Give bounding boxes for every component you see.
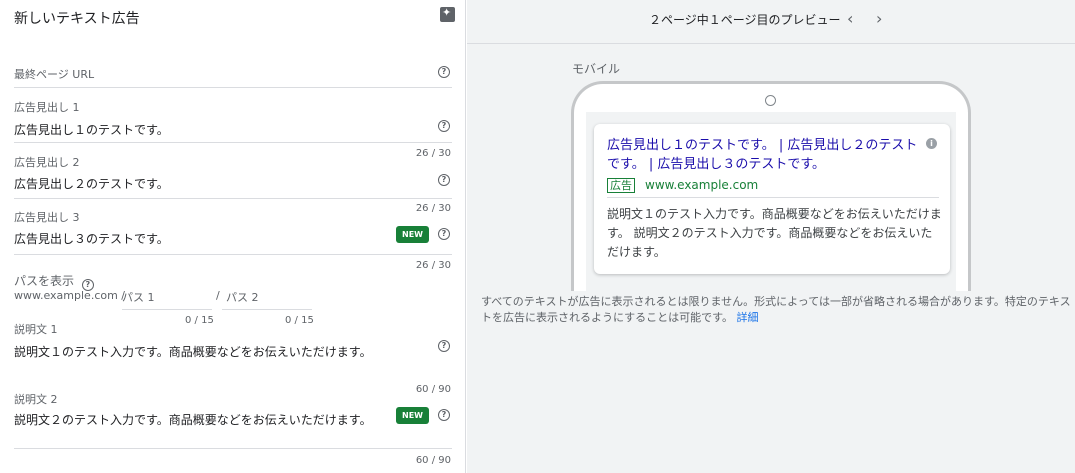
help-icon[interactable]: ?	[438, 66, 450, 78]
help-icon[interactable]: ?	[438, 409, 450, 421]
field-underline	[14, 142, 452, 143]
path2-counter: 0 / 15	[285, 315, 314, 326]
help-icon[interactable]: ?	[438, 174, 450, 186]
display-path-label: パスを表示 ?	[14, 272, 94, 291]
path2-input[interactable]: パス 2	[226, 289, 259, 305]
headline2-label: 広告見出し 2	[14, 156, 80, 169]
final-url-field[interactable]	[14, 87, 452, 88]
ad-preview-title[interactable]: 広告見出し１のテストです。 | 広告見出し２のテストです。 | 広告見出し３のテ…	[607, 136, 925, 174]
preview-notice-text: すべてのテキストが広告に表示されるとは限りません。形式によっては一部が省略される…	[481, 295, 1071, 324]
pin-icon[interactable]	[440, 6, 455, 22]
description2-label: 説明文 2	[14, 393, 58, 406]
info-icon[interactable]: i	[926, 138, 937, 149]
panel-title: 新しいテキスト広告	[14, 11, 140, 27]
ad-preview-url: www.example.com	[645, 178, 759, 192]
headline1-input[interactable]: 広告見出し１のテストです。	[14, 121, 169, 138]
headline2-counter: 26 / 30	[415, 203, 451, 214]
description1-input[interactable]: 説明文１のテスト入力です。商品概要などをお伝えいただけます。	[14, 343, 372, 360]
final-url-label: 最終ページ URL	[14, 68, 95, 81]
phone-screen: 広告見出し１のテストです。 | 広告見出し２のテストです。 | 広告見出し３のテ…	[586, 112, 956, 291]
ad-label-badge: 広告	[607, 178, 635, 193]
preview-page-indicator: ２ページ中１ページ目のプレビュー	[649, 13, 841, 27]
headline2-input[interactable]: 広告見出し２のテストです。	[14, 175, 169, 192]
phone-frame: 広告見出し１のテストです。 | 広告見出し２のテストです。 | 広告見出し３のテ…	[571, 81, 971, 291]
headline3-label: 広告見出し 3	[14, 211, 80, 224]
phone-speaker-icon	[765, 95, 776, 106]
help-icon[interactable]: ?	[438, 120, 450, 132]
card-divider	[607, 197, 939, 198]
help-icon[interactable]: ?	[438, 228, 450, 240]
display-path-label-text: パスを表示	[14, 274, 75, 288]
ad-preview-card: 広告見出し１のテストです。 | 広告見出し２のテストです。 | 広告見出し３のテ…	[594, 124, 950, 274]
new-badge: NEW	[396, 407, 429, 424]
path2-underline	[222, 309, 312, 310]
preview-toolbar: ２ページ中１ページ目のプレビュー ‹ ›	[467, 0, 1075, 44]
learn-more-link[interactable]: 詳細	[737, 311, 759, 324]
field-underline	[14, 448, 452, 449]
device-label: モバイル	[572, 62, 621, 76]
ad-preview-description: 説明文１のテスト入力です。商品概要などをお伝えいただけます。 説明文２のテスト入…	[607, 207, 942, 259]
ad-editor-panel: 新しいテキスト広告 最終ページ URL ? 広告見出し 1 広告見出し１のテスト…	[0, 0, 466, 473]
chevron-left-icon[interactable]: ‹	[847, 9, 853, 28]
preview-panel: ２ページ中１ページ目のプレビュー ‹ › モバイル 広告見出し１のテストです。 …	[467, 0, 1075, 473]
path2-slash: /	[216, 289, 220, 302]
headline1-label: 広告見出し 1	[14, 101, 80, 114]
path1-counter: 0 / 15	[185, 315, 214, 326]
headline1-counter: 26 / 30	[415, 148, 451, 159]
field-underline	[14, 198, 452, 199]
chevron-right-icon[interactable]: ›	[876, 9, 882, 28]
field-underline	[14, 254, 452, 255]
description1-label: 説明文 1	[14, 323, 58, 336]
headline3-counter: 26 / 30	[415, 260, 451, 271]
new-badge: NEW	[396, 226, 429, 243]
path1-underline	[122, 309, 212, 310]
path1-input[interactable]: パス 1	[122, 289, 155, 305]
description1-counter: 60 / 90	[415, 384, 451, 395]
display-domain: www.example.com /	[14, 289, 126, 302]
help-icon[interactable]: ?	[438, 340, 450, 352]
description2-counter: 60 / 90	[415, 455, 451, 466]
description2-input[interactable]: 説明文２のテスト入力です。商品概要などをお伝えいただけます。	[14, 411, 372, 428]
headline3-input[interactable]: 広告見出し３のテストです。	[14, 230, 169, 247]
preview-notice: すべてのテキストが広告に表示されるとは限りません。形式によっては一部が省略される…	[481, 294, 1071, 326]
